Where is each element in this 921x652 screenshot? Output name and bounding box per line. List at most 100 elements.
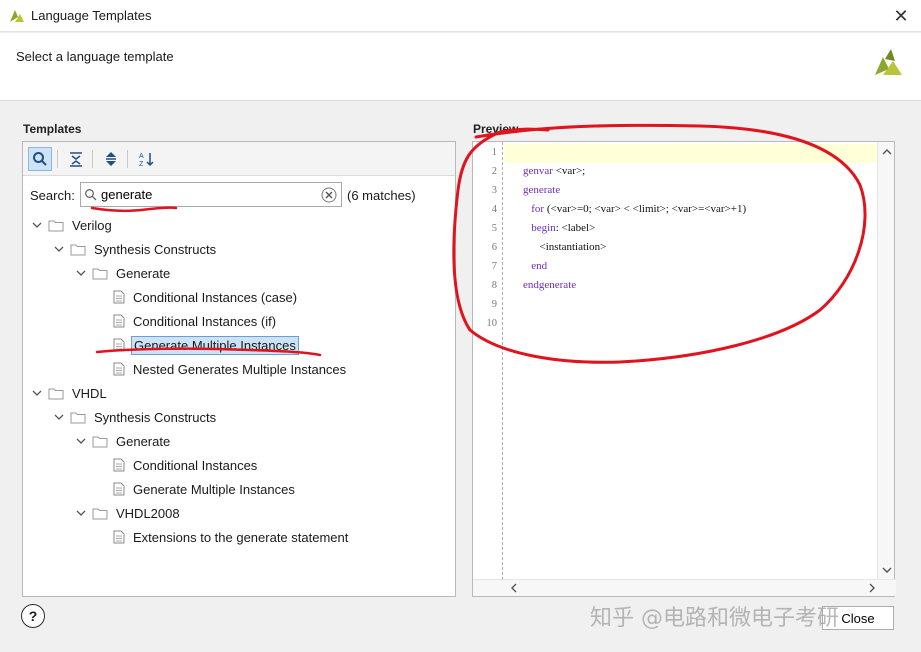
tree-label: Nested Generates Multiple Instances bbox=[131, 361, 348, 378]
watermark: 知乎 @电路和微电子考研 bbox=[590, 600, 839, 632]
tree-label: Synthesis Constructs bbox=[92, 409, 218, 426]
code-line: genvar <var>; bbox=[523, 165, 585, 177]
code-line: end bbox=[523, 260, 547, 272]
chevron-down-icon[interactable] bbox=[75, 507, 87, 519]
tree-item-verilog-generate[interactable]: Generate bbox=[75, 262, 172, 284]
templates-panel: AZ Search: (6 matches) Verilog Synthesis… bbox=[22, 141, 456, 597]
line-number: 1 bbox=[473, 147, 497, 158]
file-icon bbox=[113, 530, 125, 544]
dialog-header: Select a language template bbox=[0, 33, 921, 101]
tree-label: VHDL bbox=[70, 385, 109, 402]
xilinx-logo-icon bbox=[871, 47, 905, 81]
expand-all-icon[interactable] bbox=[99, 147, 123, 171]
line-number: 6 bbox=[473, 242, 497, 253]
file-icon bbox=[113, 314, 125, 328]
scroll-right-icon[interactable] bbox=[863, 580, 880, 596]
tree-label: Conditional Instances (case) bbox=[131, 289, 299, 306]
file-icon bbox=[113, 458, 125, 472]
folder-icon bbox=[92, 435, 108, 448]
line-number: 10 bbox=[473, 318, 497, 329]
tree-item-template[interactable]: Conditional Instances (if) bbox=[113, 310, 278, 332]
templates-label: Templates bbox=[23, 122, 81, 136]
tree-label: Extensions to the generate statement bbox=[131, 529, 350, 546]
tree-item-template[interactable]: Extensions to the generate statement bbox=[113, 526, 350, 548]
folder-icon bbox=[70, 411, 86, 424]
tree-item-template-selected[interactable]: Generate Multiple Instances bbox=[113, 334, 299, 356]
line-number: 8 bbox=[473, 280, 497, 291]
folder-icon bbox=[48, 387, 64, 400]
tree-item-verilog-synthesis[interactable]: Synthesis Constructs bbox=[53, 238, 218, 260]
chevron-down-icon[interactable] bbox=[75, 267, 87, 279]
line-number: 7 bbox=[473, 261, 497, 272]
preview-label: Preview bbox=[473, 122, 518, 136]
search-field-icon bbox=[84, 188, 98, 202]
tree-item-vhdl2008[interactable]: VHDL2008 bbox=[75, 502, 182, 524]
scroll-down-icon[interactable] bbox=[878, 562, 895, 578]
folder-icon bbox=[92, 267, 108, 280]
file-icon bbox=[113, 290, 125, 304]
chevron-down-icon[interactable] bbox=[53, 411, 65, 423]
chevron-down-icon[interactable] bbox=[53, 243, 65, 255]
file-icon bbox=[113, 338, 125, 352]
code-line: begin: <label> bbox=[523, 222, 595, 234]
preview-panel: 1 2 3 4 5 6 7 8 9 10 genvar <var>; genera… bbox=[472, 141, 895, 597]
current-line-highlight bbox=[504, 144, 878, 163]
close-window-icon[interactable]: ✕ bbox=[891, 6, 911, 26]
line-number: 4 bbox=[473, 204, 497, 215]
folder-icon bbox=[92, 507, 108, 520]
tree-label: Generate bbox=[114, 265, 172, 282]
title-bar: Language Templates ✕ bbox=[0, 0, 921, 32]
tree-label: Generate Multiple Instances bbox=[131, 481, 297, 498]
sort-icon[interactable]: AZ bbox=[134, 147, 158, 171]
tree-label: Generate Multiple Instances bbox=[131, 336, 299, 355]
tree-label: Conditional Instances (if) bbox=[131, 313, 278, 330]
tree-item-verilog[interactable]: Verilog bbox=[31, 214, 114, 236]
line-number: 3 bbox=[473, 185, 497, 196]
dialog-subtitle: Select a language template bbox=[16, 49, 174, 64]
tree-label: Conditional Instances bbox=[131, 457, 259, 474]
tree-item-template[interactable]: Nested Generates Multiple Instances bbox=[113, 358, 348, 380]
scroll-up-icon[interactable] bbox=[878, 144, 895, 160]
collapse-all-icon[interactable] bbox=[64, 147, 88, 171]
file-icon bbox=[113, 482, 125, 496]
svg-text:A: A bbox=[139, 153, 144, 160]
tree-item-vhdl-synthesis[interactable]: Synthesis Constructs bbox=[53, 406, 218, 428]
tree-item-template[interactable]: Conditional Instances (case) bbox=[113, 286, 299, 308]
tree-item-template[interactable]: Generate Multiple Instances bbox=[113, 478, 297, 500]
search-row: Search: (6 matches) bbox=[23, 180, 455, 210]
folder-icon bbox=[48, 219, 64, 232]
chevron-down-icon[interactable] bbox=[31, 219, 43, 231]
tree-item-template[interactable]: Conditional Instances bbox=[113, 454, 259, 476]
code-line: for (<var>=0; <var> < <limit>; <var>=<va… bbox=[523, 203, 746, 215]
folder-icon bbox=[70, 243, 86, 256]
code-line: <instantiation> bbox=[523, 241, 606, 253]
tree-item-vhdl-generate[interactable]: Generate bbox=[75, 430, 172, 452]
search-icon[interactable] bbox=[28, 147, 52, 171]
tree-label: Synthesis Constructs bbox=[92, 241, 218, 258]
clear-search-icon[interactable] bbox=[321, 187, 337, 203]
vivado-app-icon bbox=[9, 8, 25, 24]
tree-label: Generate bbox=[114, 433, 172, 450]
window-title: Language Templates bbox=[31, 8, 151, 23]
tree-label: Verilog bbox=[70, 217, 114, 234]
search-input[interactable] bbox=[101, 185, 316, 204]
line-number: 2 bbox=[473, 166, 497, 177]
horizontal-scrollbar[interactable] bbox=[473, 579, 896, 596]
code-line: generate bbox=[523, 184, 560, 196]
code-line: endgenerate bbox=[523, 279, 576, 291]
scroll-left-icon[interactable] bbox=[505, 580, 522, 596]
search-label: Search: bbox=[30, 188, 75, 203]
vertical-scrollbar[interactable] bbox=[877, 142, 894, 580]
chevron-down-icon[interactable] bbox=[31, 387, 43, 399]
templates-toolbar: AZ bbox=[23, 142, 455, 176]
code-preview[interactable]: 1 2 3 4 5 6 7 8 9 10 genvar <var>; genera… bbox=[473, 142, 878, 580]
help-button[interactable]: ? bbox=[21, 604, 45, 628]
line-number-gutter: 1 2 3 4 5 6 7 8 9 10 bbox=[473, 142, 503, 580]
chevron-down-icon[interactable] bbox=[75, 435, 87, 447]
file-icon bbox=[113, 362, 125, 376]
line-number: 9 bbox=[473, 299, 497, 310]
search-box[interactable] bbox=[80, 182, 342, 207]
tree-item-vhdl[interactable]: VHDL bbox=[31, 382, 109, 404]
tree-label: VHDL2008 bbox=[114, 505, 182, 522]
match-count: (6 matches) bbox=[347, 188, 416, 203]
